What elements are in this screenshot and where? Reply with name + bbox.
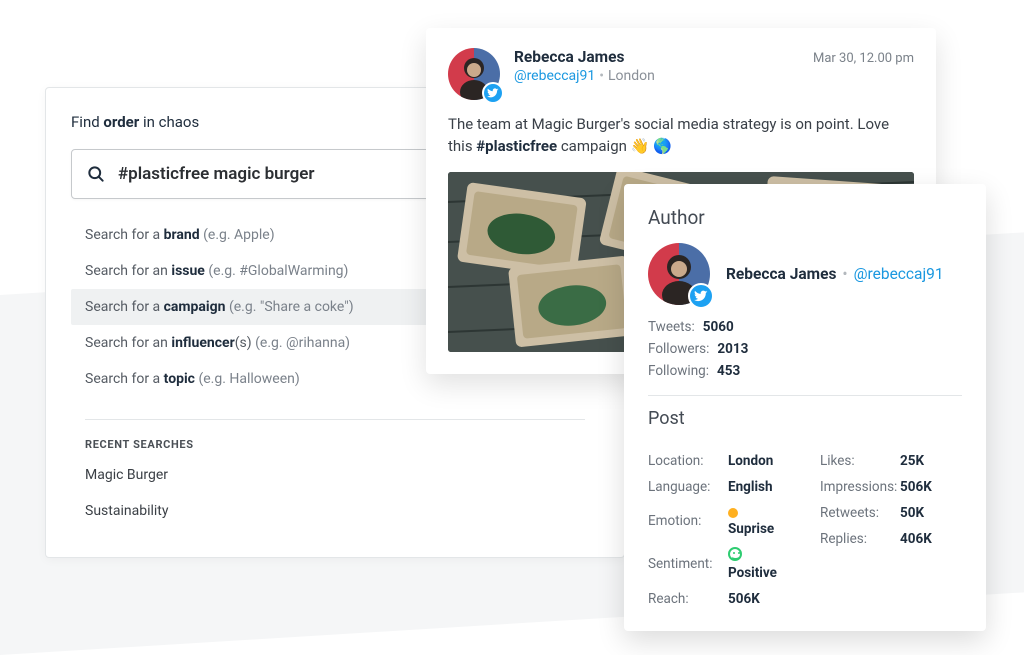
stat-emotion: Emotion:Suprise bbox=[648, 505, 790, 537]
tweet-author-location: London bbox=[608, 68, 655, 84]
recent-search-item[interactable]: Sustainability bbox=[71, 493, 599, 529]
recent-searches-label: RECENT SEARCHES bbox=[71, 438, 599, 457]
author-handle[interactable]: @rebeccaj91 bbox=[854, 265, 944, 283]
divider bbox=[648, 395, 962, 396]
author-name: Rebecca James bbox=[726, 265, 836, 283]
stat-following: Following:453 bbox=[648, 363, 962, 379]
author-post-card: Author Rebecca James•@rebeccaj91 Tweets: bbox=[624, 184, 986, 631]
tweet-body: The team at Magic Burger's social media … bbox=[448, 114, 914, 158]
author-avatar bbox=[648, 243, 710, 305]
heading-prefix: Find bbox=[71, 113, 103, 131]
stat-followers: Followers:2013 bbox=[648, 341, 962, 357]
stat-likes: Likes:25K bbox=[820, 453, 962, 469]
stat-sentiment: Sentiment:Positive bbox=[648, 547, 790, 581]
stat-location: Location:London bbox=[648, 453, 790, 469]
sentiment-positive-icon bbox=[728, 547, 742, 561]
tweet-body-hashtag[interactable]: #plasticfree bbox=[476, 137, 557, 155]
recent-searches-list: Magic BurgerSustainability bbox=[71, 457, 599, 529]
avatar bbox=[448, 48, 500, 100]
tweet-body-post: campaign 👋 🌎 bbox=[557, 137, 672, 155]
stat-reach: Reach:506K bbox=[648, 591, 790, 607]
stat-tweets: Tweets:5060 bbox=[648, 319, 962, 335]
tweet-author-name: Rebecca James bbox=[514, 48, 624, 66]
divider bbox=[85, 419, 585, 420]
emotion-dot-icon bbox=[728, 508, 738, 518]
twitter-badge-icon bbox=[482, 82, 504, 104]
post-section-heading: Post bbox=[648, 408, 962, 429]
twitter-badge-icon bbox=[688, 283, 714, 309]
search-icon bbox=[86, 164, 106, 184]
heading-suffix: in chaos bbox=[139, 113, 199, 131]
heading-bold: order bbox=[103, 113, 139, 131]
stat-impressions: Impressions:506K bbox=[820, 479, 962, 495]
stat-language: Language:English bbox=[648, 479, 790, 495]
stat-replies: Replies:406K bbox=[820, 531, 962, 547]
tweet-date: Mar 30, 12.00 pm bbox=[813, 51, 914, 66]
tweet-author-handle[interactable]: @rebeccaj91 bbox=[514, 68, 595, 84]
recent-search-item[interactable]: Magic Burger bbox=[71, 457, 599, 493]
author-section-heading: Author bbox=[648, 206, 962, 229]
stat-retweets: Retweets:50K bbox=[820, 505, 962, 521]
